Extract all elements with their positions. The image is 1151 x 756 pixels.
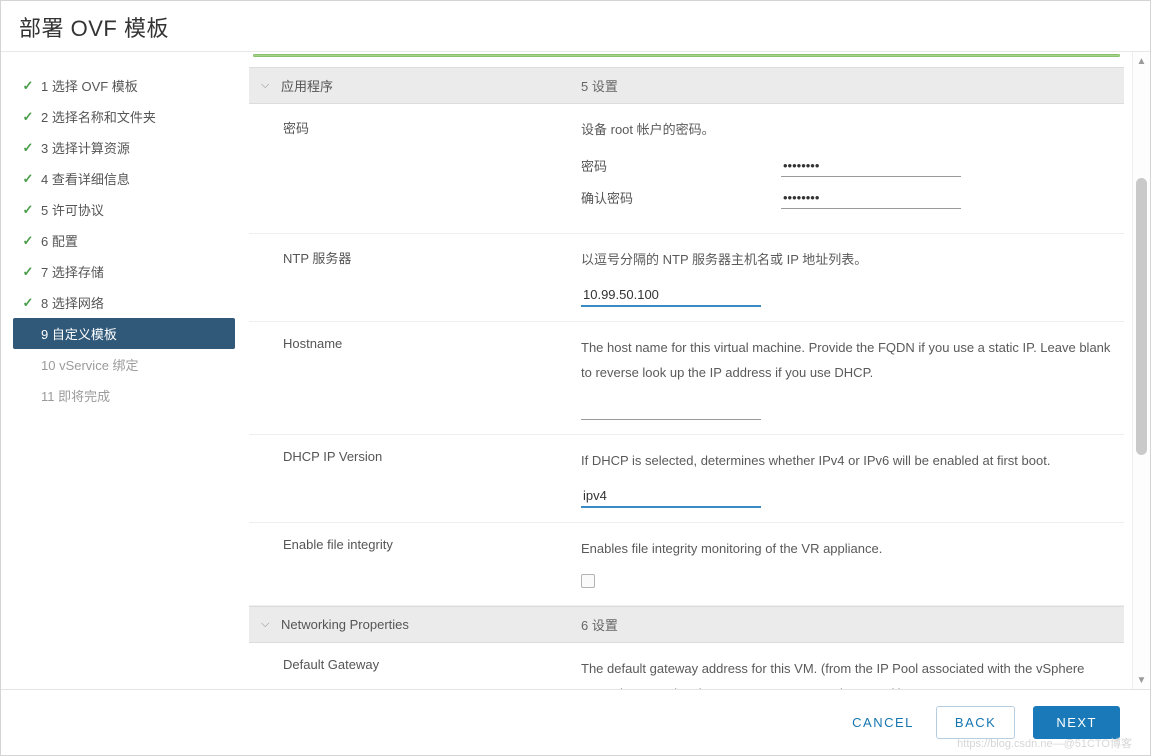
step-9-customize[interactable]: ✓9 自定义模板 <box>13 318 235 349</box>
step-4-details[interactable]: ✓ 4 查看详细信息 <box>13 163 235 194</box>
cancel-button[interactable]: CANCEL <box>848 707 918 738</box>
password-input[interactable] <box>781 155 961 177</box>
dialog-body: ✓ 1 选择 OVF 模板 ✓ 2 选择名称和文件夹 ✓ 3 选择计算资源 ✓ 4 查看… <box>1 52 1150 689</box>
step-1-select-ovf[interactable]: ✓ 1 选择 OVF 模板 <box>13 70 235 101</box>
section-count: 6 设置 <box>581 615 1112 634</box>
section-networking[interactable]: ⌵ Networking Properties 6 设置 <box>249 606 1124 643</box>
wizard-steps: ✓ 1 选择 OVF 模板 ✓ 2 选择名称和文件夹 ✓ 3 选择计算资源 ✓ 4 查看… <box>1 52 241 689</box>
section-application[interactable]: ⌵ 应用程序 5 设置 <box>249 67 1124 104</box>
section-title: 应用程序 <box>281 76 333 95</box>
check-icon: ✓ <box>21 264 35 280</box>
back-button[interactable]: BACK <box>936 706 1015 739</box>
row-dhcp-ip: DHCP IP Version If DHCP is selected, det… <box>249 435 1124 524</box>
step-label: 6 配置 <box>41 231 78 250</box>
field-label: DHCP IP Version <box>261 449 581 509</box>
hostname-input[interactable] <box>581 398 761 420</box>
field-description: 设备 root 帐户的密码。 <box>581 118 1112 143</box>
step-5-license[interactable]: ✓ 5 许可协议 <box>13 194 235 225</box>
deploy-ovf-dialog: 部署 OVF 模板 ✓ 1 选择 OVF 模板 ✓ 2 选择名称和文件夹 ✓ 3 选择… <box>0 0 1151 756</box>
vertical-scrollbar[interactable]: ▲ ▼ <box>1132 52 1150 689</box>
field-label: Enable file integrity <box>261 537 581 591</box>
scroll-track[interactable] <box>1133 70 1150 671</box>
field-description: 以逗号分隔的 NTP 服务器主机名或 IP 地址列表。 <box>581 248 1112 273</box>
step-8-network[interactable]: ✓ 8 选择网络 <box>13 287 235 318</box>
next-button[interactable]: NEXT <box>1033 706 1120 739</box>
row-gateway: Default Gateway The default gateway addr… <box>249 643 1124 689</box>
scroll-down-icon[interactable]: ▼ <box>1133 671 1150 689</box>
row-ntp: NTP 服务器 以逗号分隔的 NTP 服务器主机名或 IP 地址列表。 <box>249 234 1124 323</box>
step-label: 3 选择计算资源 <box>41 138 130 157</box>
field-description: Enables file integrity monitoring of the… <box>581 537 1112 562</box>
chevron-down-icon: ⌵ <box>261 79 277 92</box>
check-icon: ✓ <box>21 295 35 311</box>
validation-bar <box>253 54 1120 57</box>
dialog-title: 部署 OVF 模板 <box>19 11 1132 43</box>
field-description: If DHCP is selected, determines whether … <box>581 449 1112 474</box>
dialog-header: 部署 OVF 模板 <box>1 1 1150 52</box>
step-label: 2 选择名称和文件夹 <box>41 107 156 126</box>
step-label: 9 自定义模板 <box>41 324 117 343</box>
step-label: 1 选择 OVF 模板 <box>41 76 138 95</box>
check-icon: ✓ <box>21 78 35 94</box>
dhcp-ip-input[interactable] <box>581 485 761 508</box>
step-label: 7 选择存储 <box>41 262 104 281</box>
step-7-storage[interactable]: ✓ 7 选择存储 <box>13 256 235 287</box>
row-password: 密码 设备 root 帐户的密码。 密码 确认密码 <box>249 104 1124 234</box>
scroll-up-icon[interactable]: ▲ <box>1133 52 1150 70</box>
check-icon: ✓ <box>21 233 35 249</box>
ntp-input[interactable] <box>581 284 761 307</box>
step-6-config[interactable]: ✓ 6 配置 <box>13 225 235 256</box>
confirm-password-input[interactable] <box>781 187 961 209</box>
content-pane: ⌵ 应用程序 5 设置 密码 设备 root 帐户的密码。 密码 确认密码 <box>241 52 1150 689</box>
step-label: 4 查看详细信息 <box>41 169 130 188</box>
row-file-integrity: Enable file integrity Enables file integ… <box>249 523 1124 606</box>
check-icon: ✓ <box>21 109 35 125</box>
section-title: Networking Properties <box>281 617 409 632</box>
step-label: 5 许可协议 <box>41 200 104 219</box>
step-2-name-folder[interactable]: ✓ 2 选择名称和文件夹 <box>13 101 235 132</box>
section-count: 5 设置 <box>581 76 1112 95</box>
step-3-compute[interactable]: ✓ 3 选择计算资源 <box>13 132 235 163</box>
check-icon: ✓ <box>21 202 35 218</box>
field-description: The default gateway address for this VM.… <box>581 657 1112 689</box>
chevron-down-icon: ⌵ <box>261 618 277 631</box>
check-icon: ✓ <box>21 140 35 156</box>
step-11-complete: ✓11 即将完成 <box>13 380 235 411</box>
field-label: 密码 <box>261 118 581 219</box>
dialog-footer: CANCEL BACK NEXT <box>1 689 1150 755</box>
step-10-vservice: ✓10 vService 绑定 <box>13 349 235 380</box>
confirm-password-label: 确认密码 <box>581 188 781 207</box>
scroll-thumb[interactable] <box>1136 178 1147 454</box>
row-hostname: Hostname The host name for this virtual … <box>249 322 1124 434</box>
field-label: Hostname <box>261 336 581 419</box>
file-integrity-checkbox[interactable] <box>581 574 595 588</box>
content-scroll[interactable]: ⌵ 应用程序 5 设置 密码 设备 root 帐户的密码。 密码 确认密码 <box>241 52 1132 689</box>
step-label: 11 即将完成 <box>41 386 110 405</box>
field-label: NTP 服务器 <box>261 248 581 308</box>
step-label: 10 vService 绑定 <box>41 355 139 374</box>
password-label: 密码 <box>581 156 781 175</box>
step-label: 8 选择网络 <box>41 293 104 312</box>
field-description: The host name for this virtual machine. … <box>581 336 1112 385</box>
check-icon: ✓ <box>21 171 35 187</box>
field-label: Default Gateway <box>261 657 581 689</box>
